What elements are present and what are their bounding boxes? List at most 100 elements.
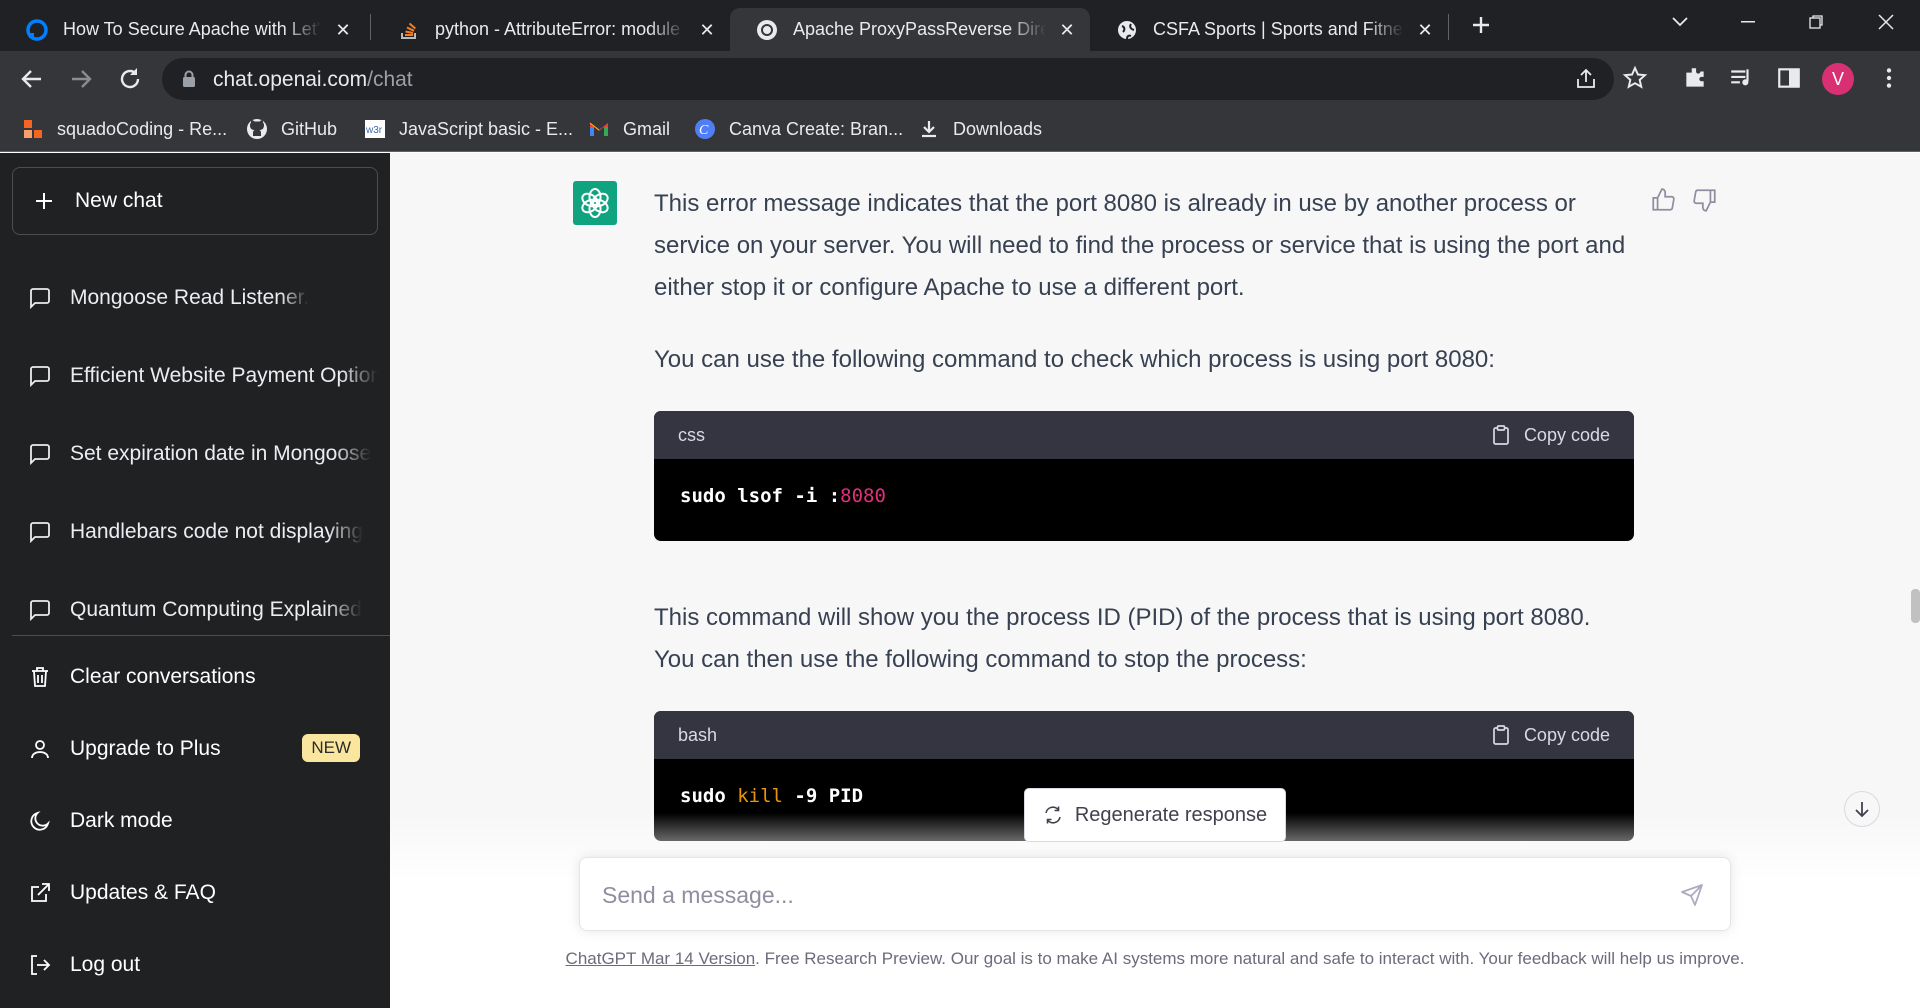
- copy-code-button[interactable]: Copy code: [1490, 724, 1610, 746]
- globe-icon: [1118, 20, 1136, 39]
- browser-tab[interactable]: python - AttributeError: module 'numpy' …: [372, 8, 730, 51]
- side-panel-icon[interactable]: [1776, 65, 1802, 91]
- menu-label: Upgrade to Plus: [70, 737, 221, 760]
- footer-note: ChatGPT Mar 14 Version. Free Research Pr…: [390, 949, 1920, 969]
- new-chat-label: New chat: [75, 189, 163, 212]
- restore-icon[interactable]: [1786, 0, 1846, 44]
- stackoverflow-icon: [401, 22, 416, 39]
- scroll-to-bottom-button[interactable]: [1844, 791, 1880, 827]
- thumbs-down-icon[interactable]: [1692, 187, 1718, 213]
- history-item[interactable]: Efficient Website Payment Options: [12, 346, 378, 406]
- history-item[interactable]: Quantum Computing Explained: [12, 580, 378, 640]
- close-icon[interactable]: ✕: [1416, 21, 1434, 39]
- bookmark-star-icon[interactable]: [1622, 65, 1648, 91]
- message-composer[interactable]: [579, 857, 1731, 931]
- copy-code-button[interactable]: Copy code: [1490, 424, 1610, 446]
- copy-code-label: Copy code: [1523, 724, 1610, 745]
- bookmark-item[interactable]: GitHub: [246, 116, 337, 142]
- user-icon: [31, 740, 49, 759]
- bookmark-label: Gmail: [623, 118, 671, 139]
- send-icon[interactable]: [1680, 883, 1704, 907]
- chat-history-list[interactable]: Mongoose Read Listener. Efficient Websit…: [0, 263, 390, 788]
- new-tab-icon[interactable]: [1470, 14, 1492, 36]
- message-paragraph: This command will show you the process I…: [654, 604, 1591, 673]
- url-path: /chat: [367, 68, 413, 91]
- bookmark-item[interactable]: Gmail: [588, 116, 670, 142]
- openai-logo-icon: [581, 188, 609, 218]
- close-icon[interactable]: ✕: [1058, 21, 1076, 39]
- chat-bubble-icon: [30, 288, 50, 310]
- scrollbar-thumb[interactable]: [1911, 589, 1920, 623]
- new-badge: NEW: [302, 734, 360, 762]
- upgrade-plus-button[interactable]: Upgrade to Plus NEW: [12, 719, 378, 779]
- message-input[interactable]: [602, 878, 1642, 912]
- history-title: Mongoose Read Listener.: [70, 286, 310, 309]
- regenerate-label: Regenerate response: [1074, 803, 1268, 826]
- code-keyword-token: kill: [737, 785, 783, 807]
- bookmark-label: squadoCoding - Re...: [57, 118, 228, 139]
- moon-icon: [30, 811, 50, 831]
- history-title: Set expiration date in Mongoose: [70, 442, 372, 465]
- thumbs-up-icon[interactable]: [1650, 187, 1676, 213]
- release-notes-link[interactable]: ChatGPT Mar 14 Version: [566, 949, 756, 968]
- reload-icon[interactable]: [116, 65, 144, 93]
- bookmark-label: Canva Create: Bran...: [729, 118, 904, 139]
- url-text[interactable]: chat.openai.com/chat: [213, 68, 413, 92]
- close-icon[interactable]: ✕: [698, 21, 716, 39]
- share-icon[interactable]: [1574, 67, 1598, 91]
- sidebar: New chat Mongoose Read Listener. Efficie…: [0, 153, 390, 1008]
- clipboard-icon: [1493, 425, 1509, 445]
- code-number-token: 8080: [840, 485, 886, 507]
- extensions-icon[interactable]: [1682, 65, 1708, 91]
- gmail-icon: [589, 122, 608, 136]
- browser-tab[interactable]: How To Secure Apache with Let's Encrypt …: [0, 8, 366, 51]
- history-title: Efficient Website Payment Options: [70, 364, 378, 387]
- profile-avatar[interactable]: V: [1822, 63, 1854, 95]
- bookmark-item[interactable]: squadoCoding - Re...: [22, 116, 227, 142]
- arrow-down-icon: [1855, 802, 1869, 818]
- tab-search-icon[interactable]: [1650, 0, 1710, 44]
- code-language: css: [678, 424, 705, 445]
- browser-tab[interactable]: CSFA Sports | Sports and Fitness Academy…: [1090, 8, 1448, 51]
- download-icon: [922, 121, 936, 138]
- history-item[interactable]: Handlebars code not displaying: [12, 502, 378, 562]
- updates-faq-link[interactable]: Updates & FAQ: [12, 863, 378, 923]
- address-bar[interactable]: chat.openai.com/chat: [162, 58, 1614, 100]
- close-icon[interactable]: ✕: [334, 21, 352, 39]
- menu-label: Updates & FAQ: [70, 881, 216, 904]
- message-paragraph: You can use the following command to che…: [654, 346, 1495, 373]
- bookmark-label: GitHub: [281, 118, 338, 139]
- back-icon[interactable]: [18, 65, 46, 93]
- bookmark-item[interactable]: Downloads: [918, 116, 1042, 142]
- log-out-button[interactable]: Log out: [12, 935, 378, 995]
- chatgpt-avatar: [573, 181, 617, 225]
- digitalocean-icon: [26, 18, 48, 41]
- bookmark-item[interactable]: C Canva Create: Bran...: [694, 116, 903, 142]
- bookmark-label: Downloads: [953, 118, 1043, 139]
- forward-icon[interactable]: [67, 65, 95, 93]
- more-vert-icon[interactable]: [1876, 65, 1902, 91]
- history-item[interactable]: Set expiration date in Mongoose: [12, 424, 378, 484]
- dark-mode-toggle[interactable]: Dark mode: [12, 791, 378, 851]
- code-block-header: css Copy code: [654, 411, 1634, 459]
- copy-code-label: Copy code: [1523, 424, 1610, 445]
- refresh-icon: [1045, 806, 1061, 824]
- code-block-header: bash Copy code: [654, 711, 1634, 759]
- close-window-icon[interactable]: [1856, 0, 1916, 44]
- clipboard-icon: [1493, 725, 1509, 745]
- logout-icon: [31, 955, 51, 975]
- tab-separator: [1448, 14, 1449, 40]
- regenerate-response-button[interactable]: Regenerate response: [1024, 788, 1286, 842]
- footer-text: . Free Research Preview. Our goal is to …: [755, 949, 1745, 968]
- lock-icon[interactable]: [182, 70, 196, 88]
- bookmark-item[interactable]: w3r JavaScript basic - E...: [364, 116, 573, 142]
- code-content[interactable]: sudo lsof -i :8080: [654, 459, 1634, 533]
- browser-tab-active[interactable]: Apache ProxyPassReverse Directive ✕: [730, 8, 1090, 51]
- clear-conversations-button[interactable]: Clear conversations: [12, 647, 378, 707]
- chat-bubble-icon: [30, 600, 50, 622]
- media-queue-icon[interactable]: [1728, 65, 1754, 91]
- new-chat-button[interactable]: New chat: [12, 167, 378, 235]
- history-item[interactable]: Mongoose Read Listener.: [12, 268, 378, 328]
- chat-bubble-icon: [30, 522, 50, 544]
- minimize-icon[interactable]: [1718, 0, 1778, 44]
